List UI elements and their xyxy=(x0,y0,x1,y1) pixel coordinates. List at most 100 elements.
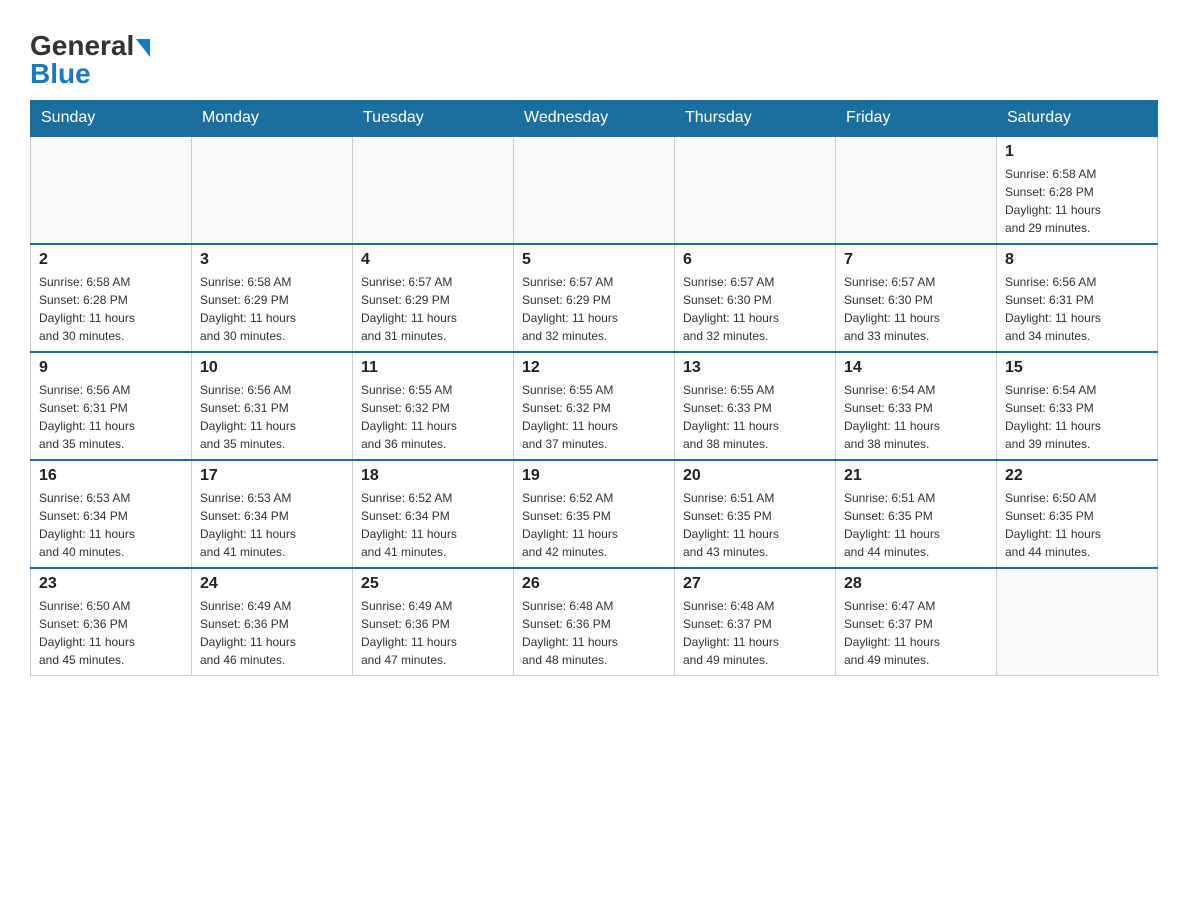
day-number: 13 xyxy=(683,359,827,377)
day-info: Sunrise: 6:48 AM Sunset: 6:36 PM Dayligh… xyxy=(522,597,666,669)
day-info: Sunrise: 6:56 AM Sunset: 6:31 PM Dayligh… xyxy=(200,381,344,453)
day-info: Sunrise: 6:47 AM Sunset: 6:37 PM Dayligh… xyxy=(844,597,988,669)
day-number: 7 xyxy=(844,251,988,269)
calendar-cell: 6 Sunrise: 6:57 AM Sunset: 6:30 PM Daylig… xyxy=(675,244,836,352)
day-number: 9 xyxy=(39,359,183,377)
header-tuesday: Tuesday xyxy=(353,101,514,137)
calendar-cell xyxy=(514,136,675,244)
day-number: 4 xyxy=(361,251,505,269)
calendar-cell: 13 Sunrise: 6:55 AM Sunset: 6:33 PM Dayli… xyxy=(675,352,836,460)
day-number: 3 xyxy=(200,251,344,269)
calendar-cell: 20 Sunrise: 6:51 AM Sunset: 6:35 PM Dayli… xyxy=(675,460,836,568)
calendar-cell: 27 Sunrise: 6:48 AM Sunset: 6:37 PM Dayli… xyxy=(675,568,836,676)
day-info: Sunrise: 6:55 AM Sunset: 6:32 PM Dayligh… xyxy=(361,381,505,453)
day-info: Sunrise: 6:50 AM Sunset: 6:36 PM Dayligh… xyxy=(39,597,183,669)
calendar-cell: 14 Sunrise: 6:54 AM Sunset: 6:33 PM Dayli… xyxy=(836,352,997,460)
day-info: Sunrise: 6:57 AM Sunset: 6:29 PM Dayligh… xyxy=(522,273,666,345)
day-number: 25 xyxy=(361,575,505,593)
day-info: Sunrise: 6:52 AM Sunset: 6:35 PM Dayligh… xyxy=(522,489,666,561)
day-info: Sunrise: 6:55 AM Sunset: 6:33 PM Dayligh… xyxy=(683,381,827,453)
day-info: Sunrise: 6:54 AM Sunset: 6:33 PM Dayligh… xyxy=(1005,381,1149,453)
calendar-cell: 11 Sunrise: 6:55 AM Sunset: 6:32 PM Dayli… xyxy=(353,352,514,460)
day-number: 26 xyxy=(522,575,666,593)
calendar-cell: 1 Sunrise: 6:58 AM Sunset: 6:28 PM Daylig… xyxy=(997,136,1158,244)
day-info: Sunrise: 6:54 AM Sunset: 6:33 PM Dayligh… xyxy=(844,381,988,453)
day-number: 21 xyxy=(844,467,988,485)
day-info: Sunrise: 6:56 AM Sunset: 6:31 PM Dayligh… xyxy=(39,381,183,453)
day-number: 14 xyxy=(844,359,988,377)
day-number: 17 xyxy=(200,467,344,485)
header-saturday: Saturday xyxy=(997,101,1158,137)
calendar-cell: 10 Sunrise: 6:56 AM Sunset: 6:31 PM Dayli… xyxy=(192,352,353,460)
week-row-2: 9 Sunrise: 6:56 AM Sunset: 6:31 PM Daylig… xyxy=(31,352,1158,460)
week-row-1: 2 Sunrise: 6:58 AM Sunset: 6:28 PM Daylig… xyxy=(31,244,1158,352)
logo-arrow-icon xyxy=(136,39,150,57)
calendar-cell xyxy=(997,568,1158,676)
header-thursday: Thursday xyxy=(675,101,836,137)
day-number: 27 xyxy=(683,575,827,593)
day-info: Sunrise: 6:58 AM Sunset: 6:28 PM Dayligh… xyxy=(39,273,183,345)
day-number: 10 xyxy=(200,359,344,377)
calendar-cell: 24 Sunrise: 6:49 AM Sunset: 6:36 PM Dayli… xyxy=(192,568,353,676)
day-info: Sunrise: 6:53 AM Sunset: 6:34 PM Dayligh… xyxy=(200,489,344,561)
day-number: 19 xyxy=(522,467,666,485)
calendar-cell: 2 Sunrise: 6:58 AM Sunset: 6:28 PM Daylig… xyxy=(31,244,192,352)
calendar-header-row: SundayMondayTuesdayWednesdayThursdayFrid… xyxy=(31,101,1158,137)
day-number: 24 xyxy=(200,575,344,593)
day-number: 15 xyxy=(1005,359,1149,377)
week-row-0: 1 Sunrise: 6:58 AM Sunset: 6:28 PM Daylig… xyxy=(31,136,1158,244)
calendar-cell: 18Sunrise: 6:52 AM Sunset: 6:34 PM Dayli… xyxy=(353,460,514,568)
page-header: General Blue xyxy=(30,20,1158,90)
day-info: Sunrise: 6:49 AM Sunset: 6:36 PM Dayligh… xyxy=(200,597,344,669)
day-info: Sunrise: 6:58 AM Sunset: 6:29 PM Dayligh… xyxy=(200,273,344,345)
calendar-cell: 5 Sunrise: 6:57 AM Sunset: 6:29 PM Daylig… xyxy=(514,244,675,352)
day-number: 11 xyxy=(361,359,505,377)
day-number: 12 xyxy=(522,359,666,377)
calendar-cell: 15 Sunrise: 6:54 AM Sunset: 6:33 PM Dayli… xyxy=(997,352,1158,460)
day-info: Sunrise: 6:55 AM Sunset: 6:32 PM Dayligh… xyxy=(522,381,666,453)
calendar-cell: 19 Sunrise: 6:52 AM Sunset: 6:35 PM Dayli… xyxy=(514,460,675,568)
calendar-cell xyxy=(675,136,836,244)
calendar-cell: 26 Sunrise: 6:48 AM Sunset: 6:36 PM Dayli… xyxy=(514,568,675,676)
day-info: Sunrise: 6:51 AM Sunset: 6:35 PM Dayligh… xyxy=(683,489,827,561)
calendar-cell xyxy=(836,136,997,244)
logo: General Blue xyxy=(30,30,150,90)
calendar-cell xyxy=(192,136,353,244)
day-info: Sunrise: 6:51 AM Sunset: 6:35 PM Dayligh… xyxy=(844,489,988,561)
week-row-4: 23Sunrise: 6:50 AM Sunset: 6:36 PM Dayli… xyxy=(31,568,1158,676)
week-row-3: 16 Sunrise: 6:53 AM Sunset: 6:34 PM Dayli… xyxy=(31,460,1158,568)
day-info: Sunrise: 6:48 AM Sunset: 6:37 PM Dayligh… xyxy=(683,597,827,669)
header-monday: Monday xyxy=(192,101,353,137)
calendar-cell xyxy=(353,136,514,244)
calendar-cell: 23Sunrise: 6:50 AM Sunset: 6:36 PM Dayli… xyxy=(31,568,192,676)
day-number: 18 xyxy=(361,467,505,485)
day-info: Sunrise: 6:49 AM Sunset: 6:36 PM Dayligh… xyxy=(361,597,505,669)
calendar-cell: 8 Sunrise: 6:56 AM Sunset: 6:31 PM Daylig… xyxy=(997,244,1158,352)
calendar-cell: 9 Sunrise: 6:56 AM Sunset: 6:31 PM Daylig… xyxy=(31,352,192,460)
header-wednesday: Wednesday xyxy=(514,101,675,137)
day-number: 16 xyxy=(39,467,183,485)
calendar-table: SundayMondayTuesdayWednesdayThursdayFrid… xyxy=(30,100,1158,676)
logo-general-text: General xyxy=(30,30,134,61)
day-number: 22 xyxy=(1005,467,1149,485)
calendar-cell: 17 Sunrise: 6:53 AM Sunset: 6:34 PM Dayli… xyxy=(192,460,353,568)
day-info: Sunrise: 6:50 AM Sunset: 6:35 PM Dayligh… xyxy=(1005,489,1149,561)
calendar-cell: 3 Sunrise: 6:58 AM Sunset: 6:29 PM Daylig… xyxy=(192,244,353,352)
day-info: Sunrise: 6:56 AM Sunset: 6:31 PM Dayligh… xyxy=(1005,273,1149,345)
calendar-cell: 28Sunrise: 6:47 AM Sunset: 6:37 PM Dayli… xyxy=(836,568,997,676)
logo-blue-text: Blue xyxy=(30,58,150,90)
day-number: 5 xyxy=(522,251,666,269)
day-number: 8 xyxy=(1005,251,1149,269)
day-info: Sunrise: 6:57 AM Sunset: 6:30 PM Dayligh… xyxy=(683,273,827,345)
calendar-cell xyxy=(31,136,192,244)
day-info: Sunrise: 6:53 AM Sunset: 6:34 PM Dayligh… xyxy=(39,489,183,561)
calendar-cell: 22 Sunrise: 6:50 AM Sunset: 6:35 PM Dayli… xyxy=(997,460,1158,568)
day-number: 20 xyxy=(683,467,827,485)
header-sunday: Sunday xyxy=(31,101,192,137)
day-number: 1 xyxy=(1005,143,1149,161)
calendar-cell: 7Sunrise: 6:57 AM Sunset: 6:30 PM Daylig… xyxy=(836,244,997,352)
day-number: 6 xyxy=(683,251,827,269)
day-info: Sunrise: 6:57 AM Sunset: 6:29 PM Dayligh… xyxy=(361,273,505,345)
day-number: 2 xyxy=(39,251,183,269)
day-info: Sunrise: 6:58 AM Sunset: 6:28 PM Dayligh… xyxy=(1005,165,1149,237)
